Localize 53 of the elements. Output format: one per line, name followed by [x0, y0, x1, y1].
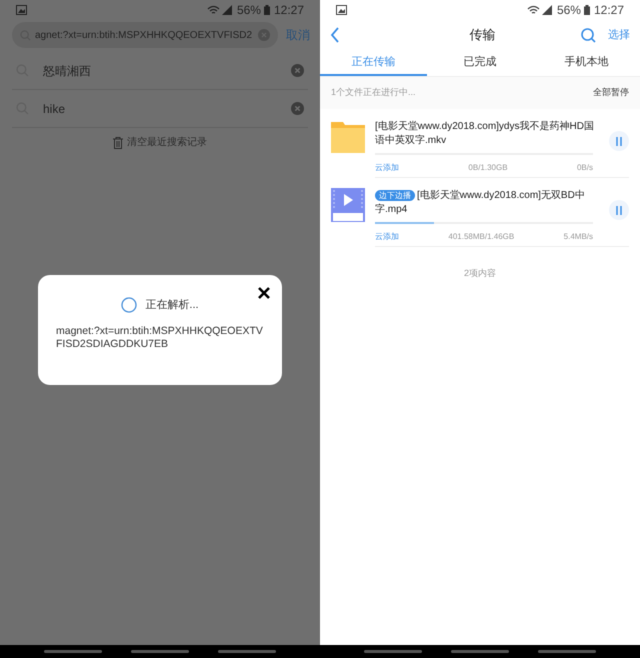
video-file-icon: [331, 188, 365, 222]
item-count-text: 2项内容: [464, 267, 496, 280]
folder-icon: [331, 119, 365, 153]
size-text: 0B/1.30GB: [467, 162, 509, 174]
battery-level: 56%: [556, 2, 581, 19]
magnet-link-text: magnet:?xt=urn:btih:MSPXHHKQQEOEXTVFISD2SDIAGDDKU7EB: [56, 324, 264, 350]
search-field[interactable]: agnet:?xt=urn:btih:MSPXHHKQQEOEXTVFISD2: [12, 22, 278, 48]
picture-icon: [336, 5, 347, 15]
loading-spinner-icon: [121, 297, 138, 314]
clear-icon[interactable]: [258, 29, 270, 41]
signal-icon: [542, 5, 553, 15]
nav-bar-icon[interactable]: [44, 650, 102, 653]
file-title: [电影天堂www.dy2018.com]ydys我不是药神HD国语中英双字.mkv: [375, 120, 595, 148]
summary-text: 1个文件正在进行中...: [331, 86, 417, 100]
back-icon[interactable]: [330, 27, 340, 43]
nav-bar-icon[interactable]: [218, 650, 276, 653]
pause-button[interactable]: [609, 200, 629, 220]
status-text: 正在解析...: [145, 298, 199, 313]
remove-icon[interactable]: [291, 64, 304, 77]
pause-icon: [616, 136, 622, 146]
battery-icon: [584, 5, 590, 15]
source-label: 云添加: [375, 162, 399, 174]
nav-bar-icon[interactable]: [450, 650, 509, 653]
pause-all-button[interactable]: 全部暂停: [593, 86, 629, 100]
source-label: 云添加: [375, 231, 399, 243]
history-item[interactable]: hike: [43, 100, 291, 118]
clock-time: 12:27: [274, 2, 304, 19]
search-icon[interactable]: [581, 28, 596, 42]
tab[interactable]: 已完成: [426, 50, 534, 76]
size-text: 401.58MB/1.46GB: [447, 231, 516, 243]
picture-icon: [16, 5, 27, 15]
clock-time: 12:27: [594, 2, 624, 19]
battery-level: 56%: [236, 2, 261, 19]
close-icon[interactable]: [258, 287, 270, 299]
battery-icon: [264, 5, 270, 15]
nav-bar-icon[interactable]: [538, 650, 596, 653]
remove-icon[interactable]: [291, 102, 304, 115]
nav-bar-icon[interactable]: [364, 650, 422, 653]
nav-bar-icon[interactable]: [130, 650, 189, 653]
page-title: 传输: [468, 26, 496, 44]
wifi-icon: [206, 5, 220, 15]
history-item[interactable]: 怒晴湘西: [43, 62, 291, 80]
wifi-icon: [526, 5, 540, 15]
speed-text: 5.4MB/s: [564, 231, 593, 243]
signal-icon: [222, 5, 233, 15]
tab[interactable]: 手机本地: [533, 50, 640, 76]
clear-history-button[interactable]: 清空最近搜索记录: [113, 135, 207, 150]
select-button[interactable]: 选择: [608, 26, 630, 44]
trash-icon: [113, 136, 123, 148]
pause-button[interactable]: [609, 131, 629, 151]
pause-icon: [616, 206, 622, 214]
file-title: 边下边播 [电影天堂www.dy2018.com]无双BD中字.mp4: [375, 189, 586, 217]
speed-text: 0B/s: [576, 162, 593, 174]
